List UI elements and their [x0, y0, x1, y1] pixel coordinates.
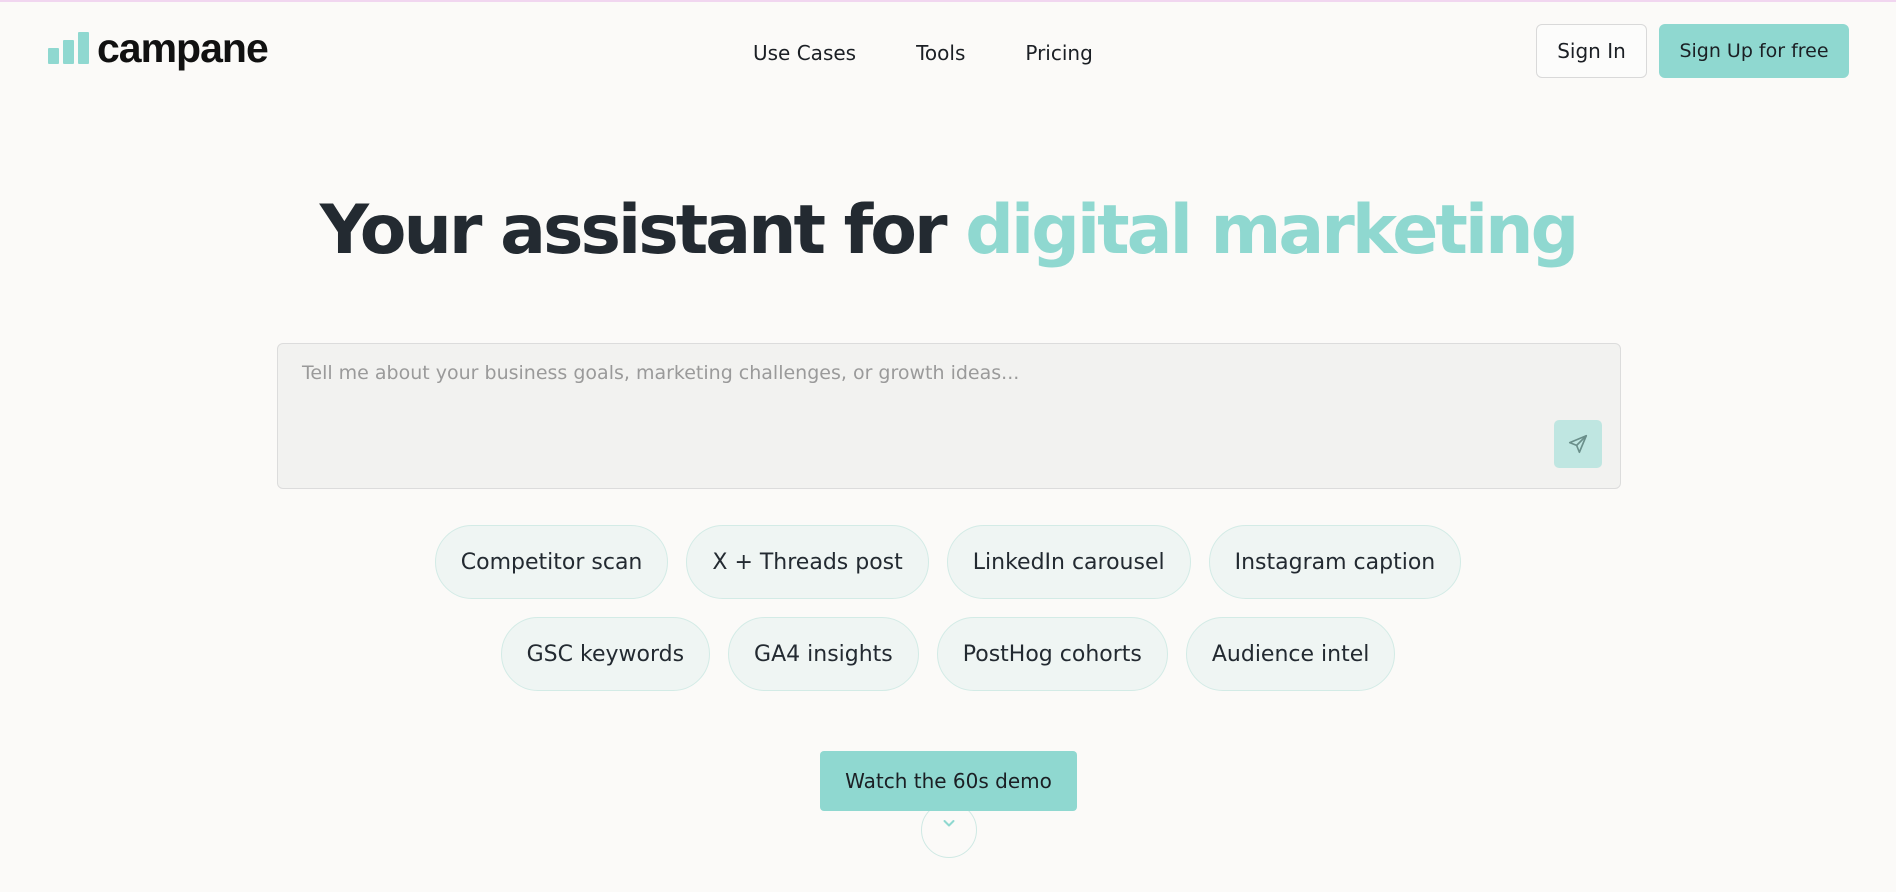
chip-audience-intel[interactable]: Audience intel	[1185, 617, 1396, 691]
nav-item-tools[interactable]: Tools	[916, 41, 965, 65]
brand-logo[interactable]: campane	[48, 24, 269, 72]
send-button[interactable]	[1554, 420, 1602, 468]
sign-in-button[interactable]: Sign In	[1536, 24, 1647, 78]
chevron-down-icon	[943, 820, 955, 827]
hero-title: Your assistant for digital marketing	[0, 186, 1896, 276]
send-icon	[1568, 434, 1588, 454]
site-header: campane Use Cases Tools Pricing Sign In …	[0, 0, 1896, 104]
chip-posthog-cohorts[interactable]: PostHog cohorts	[936, 617, 1168, 691]
sign-up-button[interactable]: Sign Up for free	[1659, 24, 1849, 78]
chip-ga4-insights[interactable]: GA4 insights	[728, 617, 919, 691]
chip-gsc-keywords[interactable]: GSC keywords	[500, 617, 711, 691]
landing-page: campane Use Cases Tools Pricing Sign In …	[0, 0, 1896, 892]
watch-demo-button[interactable]: Watch the 60s demo	[820, 751, 1077, 811]
nav-item-pricing[interactable]: Pricing	[1025, 41, 1092, 65]
chip-x-threads-post[interactable]: X + Threads post	[686, 525, 929, 599]
hero-title-main: Your assistant for	[319, 191, 966, 270]
chip-linkedin-carousel[interactable]: LinkedIn carousel	[946, 525, 1191, 599]
prompt-input[interactable]	[278, 344, 1620, 488]
chip-competitor-scan[interactable]: Competitor scan	[434, 525, 669, 599]
chip-instagram-caption[interactable]: Instagram caption	[1208, 525, 1462, 599]
suggestion-chips-row-1: Competitor scan X + Threads post LinkedI…	[0, 525, 1896, 599]
prompt-box	[277, 343, 1621, 489]
logo-bars-icon	[48, 32, 89, 64]
hero-title-accent: digital marketing	[965, 191, 1579, 270]
nav-item-use-cases[interactable]: Use Cases	[753, 41, 856, 65]
brand-name: campane	[97, 25, 269, 71]
main-nav: Use Cases Tools Pricing	[753, 36, 1093, 70]
suggestion-chips-row-2: GSC keywords GA4 insights PostHog cohort…	[0, 617, 1896, 691]
